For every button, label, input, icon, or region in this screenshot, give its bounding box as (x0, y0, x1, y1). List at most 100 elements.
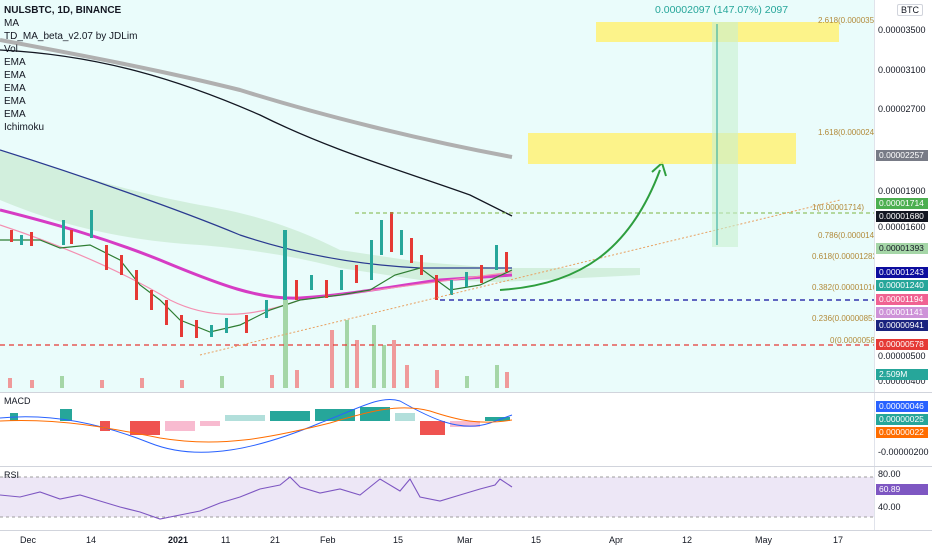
rsi-axis-label: 40.00 (878, 502, 901, 512)
volume-bar (330, 330, 334, 388)
time-label: 12 (682, 535, 693, 545)
candle (165, 300, 168, 325)
candle (390, 212, 393, 252)
price-tag: 0.00000578 (876, 339, 928, 350)
candle (70, 230, 73, 244)
price-tag: 0.00002257 (876, 150, 928, 161)
price-tag: 0.00001141 (876, 307, 928, 318)
indicator-label[interactable]: EMA (4, 69, 137, 82)
indicator-label[interactable]: EMA (4, 108, 137, 121)
rsi-pane[interactable]: RSI (0, 467, 874, 530)
candle (325, 280, 328, 298)
time-label: 11 (221, 535, 231, 545)
time-label: 15 (393, 535, 404, 545)
price-tag: 0.00001240 (876, 280, 928, 291)
volume-bar (372, 325, 376, 388)
volume-bar (100, 380, 104, 388)
volume-bar (270, 375, 274, 388)
price-axis-label: 0.00001900 (878, 186, 926, 196)
rsi-axis-label: 80.00 (878, 469, 901, 479)
indicator-legend: NULSBTC, 1D, BINANCE MA TD_MA_beta_v2.07… (4, 4, 137, 134)
chart-root[interactable]: NULSBTC, 1D, BINANCE MA TD_MA_beta_v2.07… (0, 0, 932, 550)
candle (420, 255, 423, 275)
price-pane[interactable]: NULSBTC, 1D, BINANCE MA TD_MA_beta_v2.07… (0, 0, 886, 392)
macd-hist-bar (165, 421, 195, 431)
measure-label: 0.00002097 (147.07%) 2097 (655, 4, 789, 16)
macd-pane[interactable]: MACD (0, 393, 874, 466)
indicator-label[interactable]: EMA (4, 95, 137, 108)
fib-label: 1(0.00001714) (812, 203, 865, 212)
symbol-title[interactable]: NULSBTC, 1D, BINANCE (4, 4, 137, 17)
candle (295, 280, 298, 300)
currency-badge[interactable]: BTC (897, 4, 923, 16)
volume-bar (505, 372, 509, 388)
price-axis-label: 0.00002700 (878, 104, 926, 114)
rsi-tag: 60.89 (876, 484, 928, 495)
candle (30, 232, 33, 246)
time-label: 15 (531, 535, 542, 545)
volume-bar (30, 380, 34, 388)
fib-label: 0.236(0.00000851) (812, 314, 880, 323)
time-label: 2021 (168, 535, 189, 545)
volume-bar (295, 370, 299, 388)
indicator-label[interactable]: TD_MA_beta_v2.07 by JDLim (4, 30, 137, 43)
macd-tag: 0.00000046 (876, 401, 928, 412)
time-label: Mar (457, 535, 473, 545)
volume-bar (140, 378, 144, 388)
candle (435, 275, 438, 300)
macd-hist-bar (200, 421, 220, 426)
macd-svg (0, 399, 513, 453)
candle (400, 230, 403, 255)
macd-axis-label: -0.00000200 (878, 447, 929, 457)
price-axis-label: 0.00003500 (878, 25, 926, 35)
volume-bar (60, 376, 64, 388)
volume-bar (345, 320, 349, 388)
candle (245, 315, 248, 333)
candle (450, 280, 453, 295)
candle (62, 220, 65, 245)
price-axis-label: 0.00000500 (878, 351, 926, 361)
price-tag: 0.00000941 (876, 320, 928, 331)
macd-hist-bar (100, 421, 110, 431)
candle (120, 255, 123, 275)
macd-title[interactable]: MACD (4, 396, 31, 406)
indicator-label[interactable]: EMA (4, 82, 137, 95)
price-axis-label: 0.00001600 (878, 222, 926, 232)
macd-hist-bar (225, 415, 265, 421)
candle (195, 320, 198, 338)
time-label: 14 (86, 535, 97, 545)
candle (210, 325, 213, 337)
candle (225, 318, 228, 333)
candle (310, 275, 313, 290)
candle (370, 240, 373, 280)
rsi-title[interactable]: RSI (4, 470, 19, 480)
time-label: May (755, 535, 773, 545)
candle (20, 235, 23, 245)
volume-bar (465, 376, 469, 388)
price-tag: 0.00001393 (876, 243, 928, 254)
macd-tag: 0.00000022 (876, 427, 928, 438)
volume-bar (435, 370, 439, 388)
indicator-label[interactable]: Ichimoku (4, 121, 137, 134)
indicator-label[interactable]: Vol (4, 43, 137, 56)
volume-bar (355, 340, 359, 388)
candle (10, 230, 13, 242)
macd-histogram (10, 407, 510, 435)
volume-bar (220, 376, 224, 388)
rsi-svg (0, 476, 874, 520)
volume-bar (180, 380, 184, 388)
time-label: 21 (270, 535, 281, 545)
candle (355, 265, 358, 283)
candle (105, 245, 108, 270)
rsi-band (0, 477, 874, 517)
candle (380, 220, 383, 255)
price-axis-label: 0.00003100 (878, 65, 926, 75)
indicator-label[interactable]: MA (4, 17, 137, 30)
candle (180, 315, 183, 337)
candle (265, 300, 268, 318)
candle (480, 265, 483, 283)
price-tag: 0.00001194 (876, 294, 928, 305)
indicator-label[interactable]: EMA (4, 56, 137, 69)
target-box-mid (528, 133, 796, 164)
candle (150, 290, 153, 310)
